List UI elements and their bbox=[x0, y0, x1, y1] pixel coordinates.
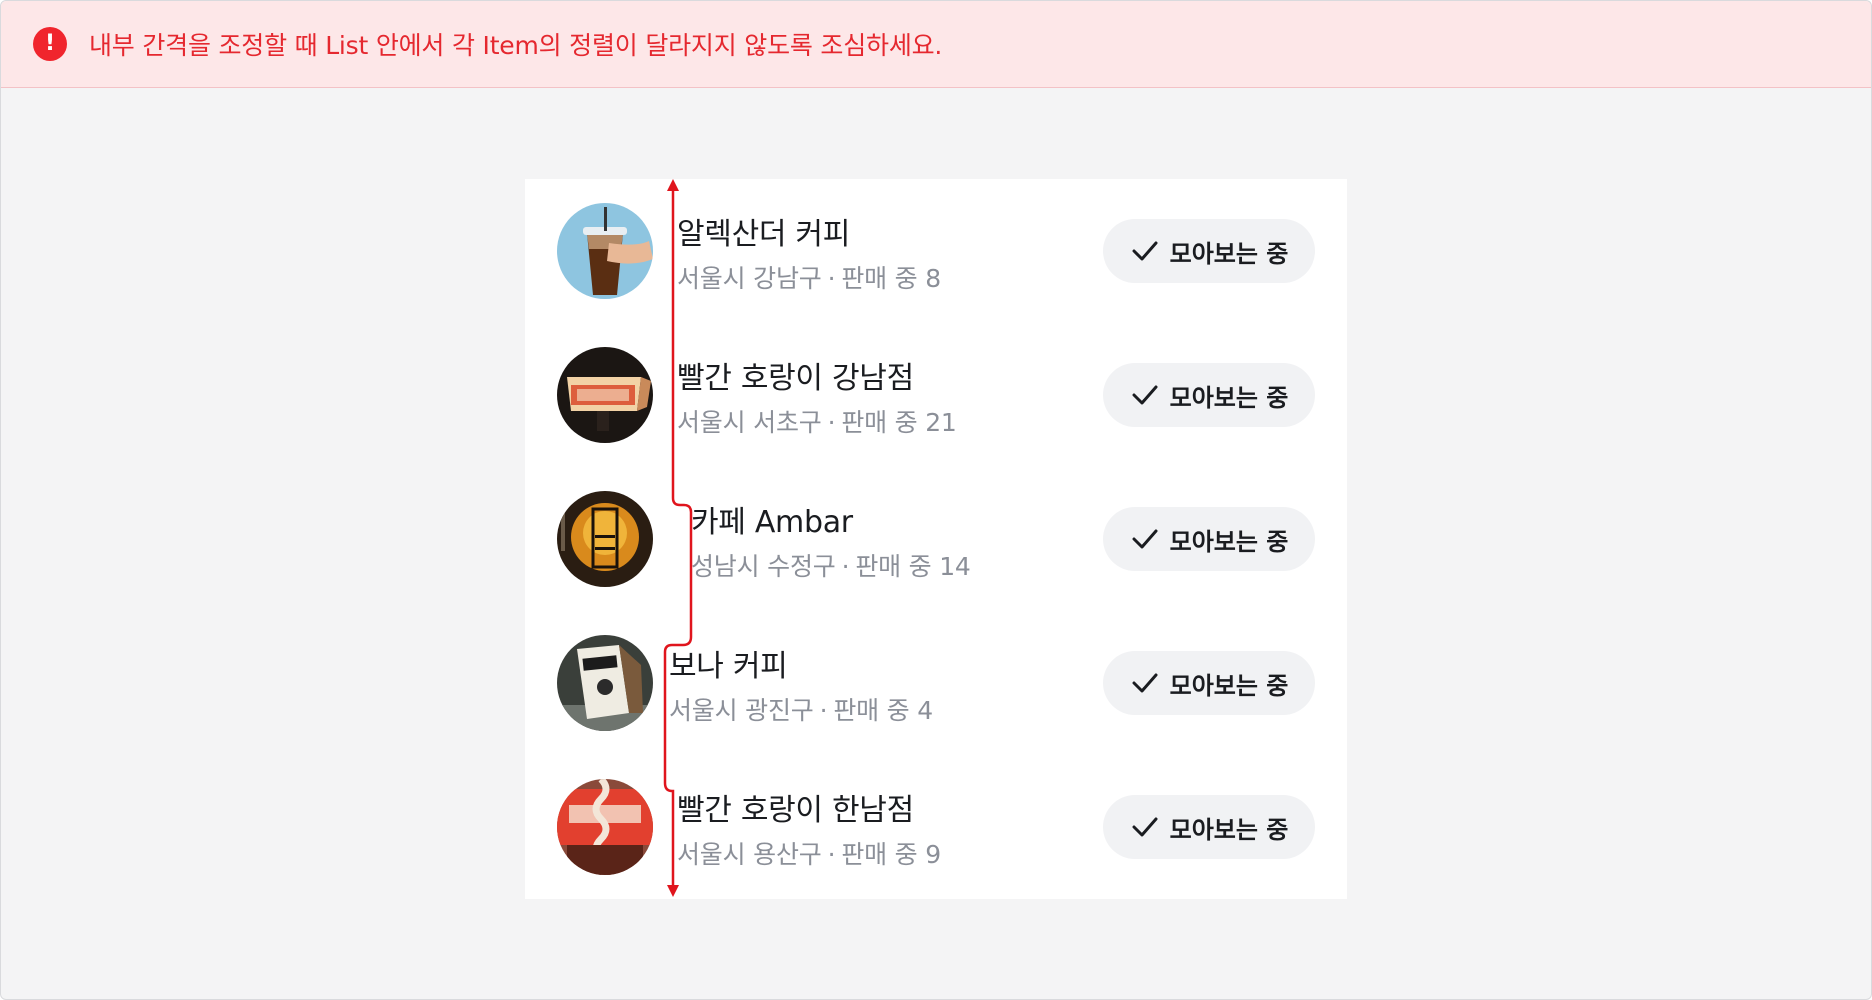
arrow-up-icon bbox=[667, 179, 679, 191]
alignment-guide bbox=[663, 179, 693, 897]
arrow-down-icon bbox=[667, 885, 679, 897]
page-frame: ! 내부 간격을 조정할 때 List 안에서 각 Item의 정렬이 달라지지… bbox=[0, 0, 1872, 1000]
guide-line bbox=[663, 187, 693, 889]
